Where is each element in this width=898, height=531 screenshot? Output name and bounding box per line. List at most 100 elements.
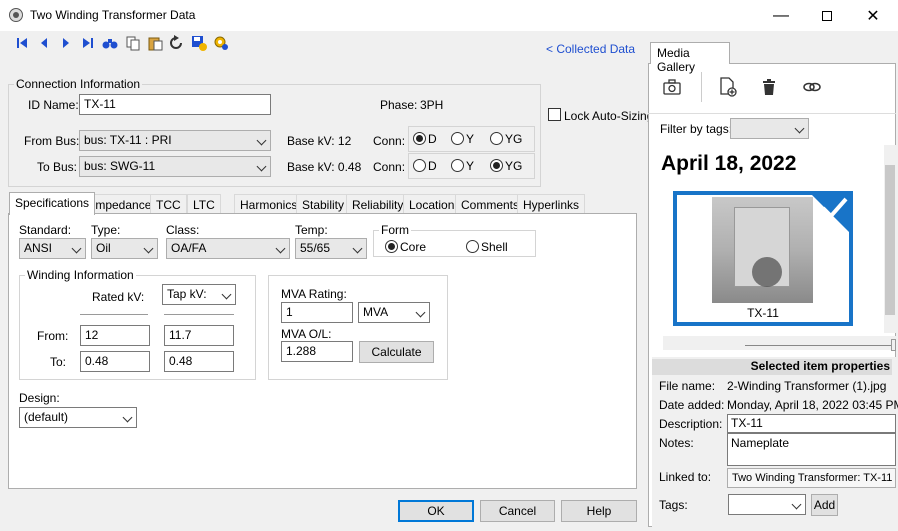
to-bus-select[interactable]: bus: SWG-11 [79,156,271,177]
ok-button[interactable]: OK [398,500,474,522]
design-label: Design: [19,391,60,405]
previous-record-icon[interactable] [35,35,53,51]
from-conn-yg[interactable]: YG [490,131,522,146]
settings-gear-icon[interactable] [212,35,230,51]
filter-tags-select[interactable] [730,118,809,139]
radio-icon [451,159,464,173]
notes-textarea[interactable]: Nameplate [727,433,896,466]
from-tap-kv-input[interactable]: 11.7 [164,325,234,346]
radio-icon [385,240,398,254]
class-select[interactable]: OA/FA [166,238,290,259]
collected-data-link[interactable]: < Collected Data [546,42,635,56]
cancel-button[interactable]: Cancel [480,500,555,522]
camera-icon[interactable] [662,78,682,99]
help-button[interactable]: Help [561,500,637,522]
form-core-radio[interactable]: Core [385,239,426,254]
copy-icon[interactable] [124,35,142,51]
phase-label: Phase: [380,98,418,112]
to-conn-d[interactable]: D [413,158,437,173]
design-select[interactable]: (default) [19,407,137,428]
tab-reliability[interactable]: Reliability [346,194,410,214]
radio-icon [451,132,464,146]
next-record-icon[interactable] [57,35,75,51]
mva-unit-select[interactable]: MVA [358,302,430,323]
paste-icon[interactable] [146,35,164,51]
tab-tcc[interactable]: TCC [150,194,187,214]
tab-comments[interactable]: Comments [455,194,526,214]
save-settings-icon[interactable] [190,35,208,51]
chevron-down-icon [352,243,363,254]
maximize-icon[interactable] [804,0,850,31]
first-record-icon[interactable] [13,35,31,51]
chevron-down-icon [256,161,267,172]
properties-header: Selected item properties [652,359,892,375]
gallery-scroll-thumb[interactable] [885,165,895,315]
tab-media-gallery[interactable]: Media Gallery [650,42,730,74]
gallery-hscrollbar[interactable] [663,336,896,350]
add-file-icon[interactable] [718,77,738,100]
tap-kv-select[interactable]: Tap kV: [162,284,236,305]
from-conn-d[interactable]: D [413,131,437,146]
description-input[interactable]: TX-11 [727,414,896,433]
form-shell-radio[interactable]: Shell [466,239,508,254]
standard-select[interactable]: ANSI [19,238,86,259]
temp-label: Temp: [295,223,328,237]
from-rated-kv-input[interactable]: 12 [80,325,150,346]
from-bus-value: bus: TX-11 : PRI [84,133,172,147]
class-label: Class: [166,223,200,237]
phase-value: 3PH [420,98,444,112]
tab-specifications[interactable]: Specifications [9,192,96,215]
lock-auto-sizing-checkbox[interactable] [548,108,561,121]
trash-icon[interactable] [761,78,777,99]
find-icon[interactable] [101,35,119,51]
to-kv-label: To: [50,355,67,369]
last-record-icon[interactable] [79,35,97,51]
hscroll-thumb[interactable] [891,339,896,351]
to-base-kv: Base kV: 0.48 [287,160,362,174]
temp-value: 55/65 [300,241,331,255]
app-icon [9,8,23,22]
linked-to-label: Linked to: [659,470,712,484]
type-select[interactable]: Oil [91,238,158,259]
linked-to-value[interactable]: Two Winding Transformer: TX-11 [727,468,896,488]
tab-hyperlinks[interactable]: Hyperlinks [517,194,586,214]
mva-ol-input[interactable]: 1.288 [281,341,353,362]
id-name-input[interactable]: TX-11 [79,94,271,115]
minimize-icon[interactable]: — [758,0,804,31]
to-tap-kv-input[interactable]: 0.48 [164,351,234,372]
close-icon[interactable]: ✕ [850,0,896,31]
to-conn-yg[interactable]: YG [490,158,522,173]
form-shell-label: Shell [481,239,508,254]
chevron-down-icon [275,243,286,254]
tab-impedance[interactable]: Impedance [86,194,158,214]
radio-icon [413,132,426,146]
class-value: OA/FA [171,241,207,255]
calculate-button[interactable]: Calculate [359,341,434,363]
tags-select[interactable] [728,494,806,515]
add-tag-button[interactable]: Add [811,494,838,516]
to-conn-yg-label: YG [505,158,523,173]
form-legend: Form [379,223,411,237]
undo-icon[interactable] [168,35,186,51]
temp-select[interactable]: 55/65 [295,238,367,259]
filter-tags-label: Filter by tags: [660,122,733,136]
tab-location[interactable]: Location [403,194,461,214]
id-name-label: ID Name: [28,98,79,112]
date-added-label: Date added: [659,398,725,412]
from-conn-y[interactable]: Y [451,131,474,146]
link-icon[interactable] [802,79,822,98]
tab-harmonics[interactable]: Harmonics [234,194,304,214]
to-conn-d-label: D [428,158,437,173]
from-bus-select[interactable]: bus: TX-11 : PRI [79,130,271,151]
hscroll-track [745,345,891,346]
mva-rating-input[interactable]: 1 [281,302,353,323]
standard-value: ANSI [24,241,53,255]
tab-stability[interactable]: Stability [296,194,351,214]
tab-ltc[interactable]: LTC [187,194,221,214]
radio-icon [490,159,503,173]
to-rated-kv-input[interactable]: 0.48 [80,351,150,372]
chevron-down-icon [791,499,802,510]
nameplate-photo [712,197,813,303]
connection-info-legend: Connection Information [14,77,143,91]
to-conn-y[interactable]: Y [451,158,474,173]
